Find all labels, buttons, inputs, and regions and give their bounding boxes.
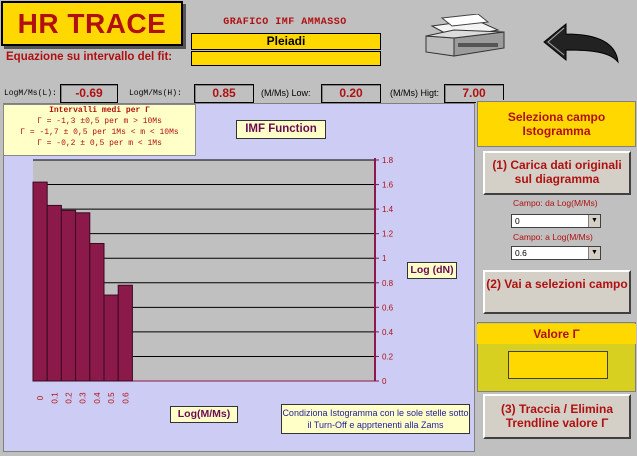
condition-note[interactable]: Condiziona Istogramma con le sole stelle…: [281, 404, 470, 434]
x-tick-label: 0.1: [50, 392, 59, 404]
from-select[interactable]: 0 ▼: [511, 214, 601, 228]
x-tick-label: 0.6: [121, 392, 130, 404]
goto-select-button[interactable]: (2) Vai a selezioni campo: [483, 270, 631, 314]
trendline-button[interactable]: (3) Traccia / Elimina Trendline valore Γ: [483, 394, 631, 439]
y-tick-label: 0.8: [382, 279, 394, 288]
x-tick-label: 0.4: [93, 392, 102, 404]
y-tick-label: 1: [382, 254, 387, 263]
y-tick-label: 0.6: [382, 303, 394, 312]
y-tick-label: 1.6: [382, 181, 394, 190]
y-tick-label: 0.2: [382, 352, 394, 361]
gamma-value-field: [508, 351, 608, 379]
bar: [103, 294, 119, 382]
x-tick-label: 0.3: [79, 392, 88, 404]
from-select-value: 0: [515, 216, 520, 226]
bar: [32, 181, 48, 382]
x-axis-label: Log(M/Ms): [170, 406, 238, 423]
to-select-value: 0.6: [515, 248, 527, 258]
to-select[interactable]: 0.6 ▼: [511, 246, 601, 260]
y-tick-label: 1.4: [382, 205, 394, 214]
x-tick-label: 0.5: [107, 392, 116, 404]
from-field-label: Campo: da Log(M/Ms): [513, 198, 598, 208]
bar: [89, 242, 105, 382]
chevron-down-icon[interactable]: ▼: [588, 247, 600, 259]
y-tick-label: 1.2: [382, 230, 394, 239]
bar: [117, 284, 133, 382]
select-field-header: Seleziona campo Istogramma: [477, 101, 636, 147]
y-tick-label: 0.4: [382, 328, 394, 337]
bar: [46, 204, 62, 382]
y-tick-label: 0: [382, 377, 387, 386]
y-tick-label: 1.8: [382, 156, 394, 165]
x-tick-label: 0.2: [65, 392, 74, 404]
to-field-label: Campo: a Log(M/Ms): [513, 232, 593, 242]
gamma-value-label: Valore Γ: [477, 324, 636, 344]
x-tick-label: 0: [36, 395, 45, 400]
load-data-button[interactable]: (1) Carica dati originali sul diagramma: [483, 151, 631, 195]
bar: [60, 209, 77, 382]
bar: [75, 212, 91, 382]
chevron-down-icon[interactable]: ▼: [588, 215, 600, 227]
y-axis-label: Log (dN): [407, 262, 457, 279]
